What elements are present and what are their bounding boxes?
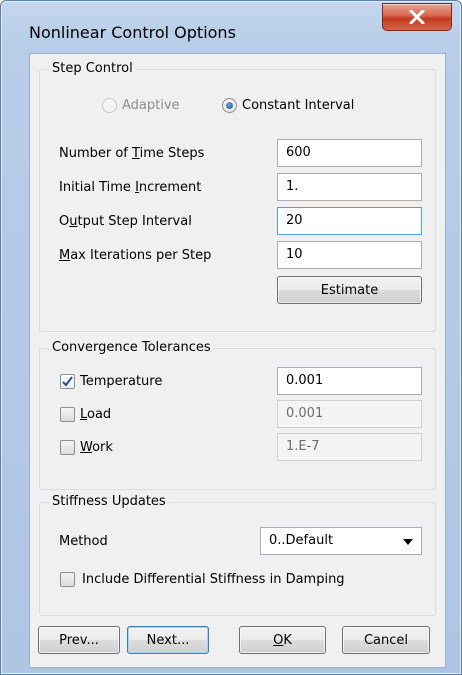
- label-part: tput Step Interval: [77, 214, 192, 229]
- access-key: M: [59, 248, 71, 263]
- method-dropdown[interactable]: 0..Default: [260, 527, 422, 555]
- next-button[interactable]: Next...: [127, 626, 209, 654]
- step-control-legend: Step Control: [49, 61, 136, 77]
- access-key: O: [273, 632, 284, 648]
- stiffness-updates-group: Stiffness Updates Method 0..Default Incl…: [39, 494, 436, 616]
- prev-button[interactable]: Prev...: [38, 626, 120, 654]
- method-selected-value: 0..Default: [269, 533, 334, 548]
- method-label: Method: [59, 534, 108, 549]
- number-of-time-steps-label: Number of Time Steps: [59, 146, 204, 162]
- initial-time-increment-input[interactable]: 1.: [277, 173, 422, 201]
- output-step-interval-input[interactable]: 20: [277, 207, 422, 235]
- max-iterations-per-step-label: Max Iterations per Step: [59, 248, 211, 264]
- close-icon: [409, 10, 425, 24]
- output-step-interval-label: Output Step Interval: [59, 214, 192, 230]
- label-part: Temperature: [80, 374, 163, 389]
- include-differential-stiffness-label: Include Differential Stiffness in Dampin…: [82, 572, 345, 587]
- title-bar[interactable]: Nonlinear Control Options: [1, 1, 461, 53]
- radio-selected-dot: [226, 102, 233, 109]
- close-button[interactable]: [382, 3, 452, 31]
- max-iterations-per-step-input[interactable]: 10: [277, 241, 422, 269]
- constant-interval-radio[interactable]: [222, 98, 237, 113]
- dialog-client-area: Step Control Adaptive Constant Interval …: [29, 53, 446, 668]
- dialog-window: Nonlinear Control Options Step Control A…: [0, 0, 462, 675]
- label-part: ork: [92, 440, 113, 455]
- constant-interval-radio-label: Constant Interval: [242, 98, 355, 113]
- access-key: L: [80, 407, 88, 422]
- initial-time-increment-label: Initial Time Increment: [59, 180, 201, 196]
- temperature-tolerance-input[interactable]: 0.001: [277, 367, 422, 395]
- access-key: T: [132, 146, 140, 161]
- load-tolerance-input[interactable]: 0.001: [277, 400, 422, 428]
- include-differential-stiffness-checkbox[interactable]: [60, 572, 75, 587]
- label-part: K: [283, 632, 292, 648]
- load-label: Load: [80, 407, 111, 423]
- work-label: Work: [80, 440, 113, 456]
- step-control-group: Step Control Adaptive Constant Interval …: [39, 61, 436, 332]
- convergence-tolerances-legend: Convergence Tolerances: [49, 340, 214, 356]
- label-part: ncrement: [138, 180, 202, 195]
- work-checkbox[interactable]: [60, 440, 75, 455]
- chevron-down-icon: [403, 539, 413, 545]
- work-tolerance-input[interactable]: 1.E-7: [277, 433, 422, 461]
- window-title: Nonlinear Control Options: [29, 23, 236, 42]
- label-part: ime Steps: [139, 146, 205, 161]
- temperature-checkbox[interactable]: [60, 374, 75, 389]
- adaptive-radio[interactable]: [102, 98, 117, 113]
- cancel-button[interactable]: Cancel: [342, 626, 430, 654]
- stiffness-updates-legend: Stiffness Updates: [49, 494, 169, 510]
- temperature-label: Temperature: [80, 374, 162, 390]
- checkmark-icon: [62, 376, 73, 387]
- estimate-button[interactable]: Estimate: [277, 276, 422, 304]
- label-part: Number of: [59, 146, 133, 161]
- load-checkbox[interactable]: [60, 407, 75, 422]
- access-key: W: [80, 440, 93, 455]
- label-part: ax Iterations per Step: [70, 248, 212, 263]
- label-part: O: [59, 214, 70, 229]
- label-part: Initial Time: [59, 180, 136, 195]
- ok-button[interactable]: OK: [239, 626, 326, 654]
- label-part: oad: [87, 407, 112, 422]
- adaptive-radio-label: Adaptive: [122, 98, 180, 113]
- number-of-time-steps-input[interactable]: 600: [277, 139, 422, 167]
- convergence-tolerances-group: Convergence Tolerances Temperature 0.001…: [39, 340, 436, 490]
